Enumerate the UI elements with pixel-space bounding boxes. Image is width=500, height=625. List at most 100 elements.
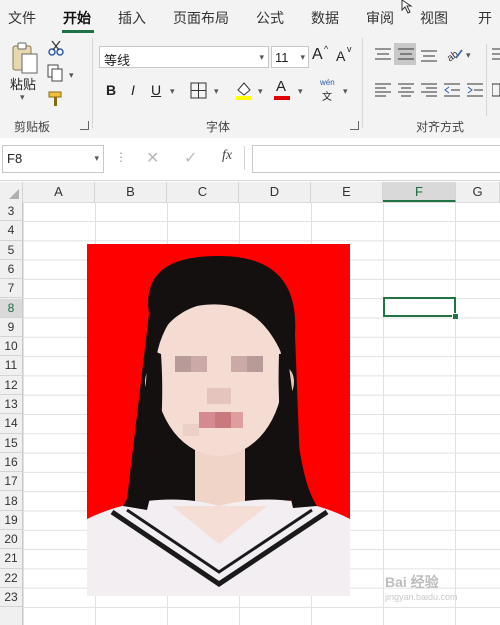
align-top-icon[interactable] [374, 46, 392, 62]
insert-function-button[interactable]: fx [222, 148, 232, 164]
select-all-corner[interactable] [0, 182, 23, 202]
row-header[interactable]: 6 [0, 260, 22, 280]
font-launcher-icon[interactable] [350, 121, 359, 130]
column-header-bar: A B C D E F G [0, 182, 500, 203]
row-header[interactable]: 12 [0, 376, 22, 395]
column-header[interactable]: G [456, 182, 500, 202]
border-icon[interactable] [190, 82, 208, 100]
tab-review[interactable]: 审阅 [366, 8, 394, 28]
group-divider [92, 38, 93, 128]
copy-dropdown-icon[interactable]: ▾ [69, 70, 74, 81]
paste-dropdown-icon[interactable]: ▾ [20, 92, 25, 103]
row-header[interactable]: 9 [0, 318, 22, 338]
formula-input[interactable] [252, 145, 500, 173]
row-header[interactable]: 17 [0, 472, 22, 492]
row-header[interactable]: 7 [0, 279, 22, 299]
row-header[interactable]: 19 [0, 511, 22, 531]
row-header[interactable]: 15 [0, 434, 22, 453]
group-divider [486, 44, 487, 116]
align-right-icon[interactable] [420, 82, 438, 98]
row-header[interactable]: 5 [0, 241, 22, 260]
name-box[interactable]: F8 ▾ [2, 145, 104, 173]
paste-icon[interactable] [10, 42, 40, 76]
row-header[interactable]: 21 [0, 549, 22, 569]
fill-color-dropdown-icon[interactable]: ▾ [258, 86, 263, 97]
row-header[interactable]: 3 [0, 202, 22, 222]
row-header[interactable]: 20 [0, 530, 22, 550]
caret-down-icon: v [347, 44, 352, 54]
row-header[interactable]: 10 [0, 337, 22, 357]
copy-icon[interactable] [47, 64, 65, 82]
underline-button[interactable]: U [151, 82, 161, 98]
row-header[interactable]: 22 [0, 569, 22, 588]
row-header[interactable]: 18 [0, 492, 22, 511]
column-header[interactable]: D [239, 182, 311, 202]
enter-icon[interactable]: ✓ [184, 148, 197, 168]
row-header-selected[interactable]: 8 [0, 298, 22, 318]
chevron-down-icon: ▾ [259, 52, 264, 62]
orientation-dropdown-icon[interactable]: ▾ [466, 50, 471, 61]
row-header[interactable]: 4 [0, 221, 22, 241]
wrap-text-icon[interactable] [492, 46, 500, 62]
cancel-icon[interactable]: ✕ [146, 148, 159, 168]
active-cell-F8[interactable] [383, 297, 456, 317]
cut-icon[interactable] [48, 40, 64, 56]
row-header[interactable]: 13 [0, 395, 22, 415]
phonetic-button[interactable]: 文 [322, 88, 332, 103]
align-center-icon[interactable] [397, 82, 415, 98]
font-size-select[interactable]: 11 ▾ [271, 46, 309, 68]
border-dropdown-icon[interactable]: ▾ [214, 86, 219, 97]
column-header[interactable]: A [23, 182, 95, 202]
tab-developer[interactable]: 开 [478, 8, 492, 28]
align-left-icon[interactable] [374, 82, 392, 98]
tab-file[interactable]: 文件 [8, 8, 36, 28]
alignment-group-label: 对齐方式 [416, 120, 465, 134]
column-header[interactable]: C [167, 182, 239, 202]
grow-font-button[interactable]: A [312, 46, 323, 64]
format-painter-icon[interactable] [47, 90, 65, 108]
font-size-value: 11 [275, 50, 289, 65]
row-header[interactable]: 16 [0, 453, 22, 473]
shrink-font-button[interactable]: A [336, 48, 345, 64]
tab-page-layout[interactable]: 页面布局 [173, 8, 229, 28]
mouse-cursor-icon [401, 0, 413, 14]
font-color-dropdown-icon[interactable]: ▾ [298, 86, 303, 97]
decrease-indent-icon[interactable] [443, 82, 461, 98]
column-header[interactable]: B [95, 182, 167, 202]
row-header-bar: 3 4 5 6 7 8 9 10 11 12 13 14 15 16 17 18… [0, 202, 23, 625]
fill-handle[interactable] [452, 313, 459, 320]
bold-button[interactable]: B [106, 82, 116, 98]
row-header[interactable]: 23 [0, 588, 22, 608]
inserted-id-photo[interactable] [87, 244, 350, 596]
paste-button[interactable]: 粘贴 [10, 74, 36, 93]
portrait-image [87, 244, 350, 596]
active-tab-indicator [62, 30, 94, 33]
font-name-select[interactable]: 等线 ▾ [99, 46, 269, 68]
group-divider [362, 38, 363, 128]
chevron-down-icon: ▾ [300, 52, 305, 62]
italic-button[interactable]: I [131, 82, 135, 98]
menu-bar: 文件 开始 插入 页面布局 公式 数据 审阅 视图 开 [0, 0, 500, 34]
font-color-swatch [274, 96, 290, 100]
clipboard-launcher-icon[interactable] [80, 121, 89, 130]
tab-home[interactable]: 开始 [63, 8, 91, 28]
column-header-selected[interactable]: F [383, 182, 456, 202]
tab-insert[interactable]: 插入 [118, 8, 146, 28]
column-header[interactable]: E [311, 182, 383, 202]
tab-view[interactable]: 视图 [420, 8, 448, 28]
row-header[interactable]: 14 [0, 414, 22, 434]
row-header[interactable]: 11 [0, 356, 22, 376]
align-bottom-icon[interactable] [420, 46, 438, 62]
underline-dropdown-icon[interactable]: ▾ [170, 86, 175, 97]
increase-indent-icon[interactable] [466, 82, 484, 98]
tab-formulas[interactable]: 公式 [256, 8, 284, 28]
orientation-icon[interactable]: ab [444, 44, 464, 62]
merge-center-icon[interactable] [492, 82, 500, 98]
select-all-triangle-icon [9, 189, 19, 199]
fill-color-icon[interactable] [234, 80, 254, 100]
phonetic-dropdown-icon[interactable]: ▾ [343, 86, 348, 97]
tab-data[interactable]: 数据 [311, 8, 339, 28]
font-color-button[interactable]: A [276, 78, 286, 95]
chevron-down-icon: ▾ [94, 153, 99, 163]
phonetic-top[interactable]: wén [320, 78, 335, 87]
